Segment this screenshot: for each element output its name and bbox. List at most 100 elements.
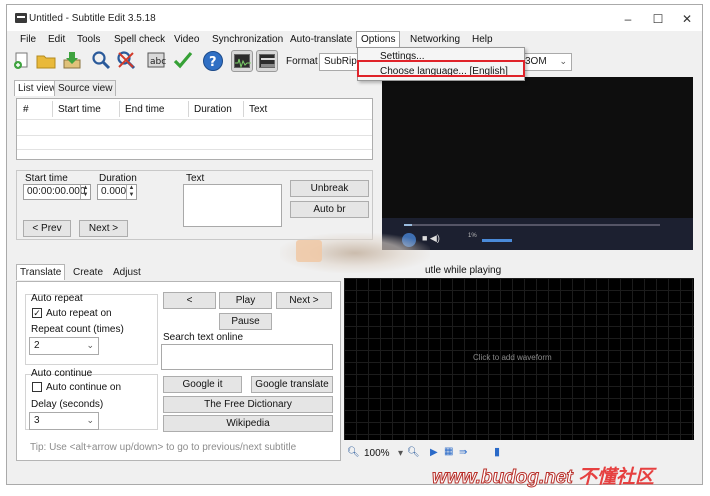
column-divider [188, 101, 189, 117]
menu-help[interactable]: Help [472, 34, 493, 45]
next-button[interactable]: Next > [79, 220, 128, 237]
window-title: Untitled - Subtitle Edit 3.5.18 [29, 13, 156, 24]
spellcheck-icon[interactable] [172, 50, 194, 72]
menu-bar: File Edit Tools Spell check Video Synchr… [7, 31, 702, 48]
prev-button[interactable]: < Prev [23, 220, 71, 237]
edit-panel: Start time 00:00:00.000 ▲ ▼ Duration 0.000… [16, 170, 373, 240]
tab-source-view[interactable]: Source view [54, 80, 117, 96]
play-small-icon[interactable]: ▶ [430, 447, 438, 458]
find-icon[interactable] [90, 50, 112, 72]
menu-options[interactable]: Options [356, 31, 401, 48]
menu-synchronization[interactable]: Synchronization [212, 34, 283, 45]
fix-icon[interactable]: abc [146, 50, 168, 72]
menu-video[interactable]: Video [174, 34, 199, 45]
auto-continue-checkbox[interactable] [32, 382, 42, 392]
pause-button[interactable]: Pause [219, 313, 272, 330]
text-label: Text [186, 173, 205, 184]
auto-repeat-checkbox[interactable]: ✓ [32, 308, 42, 318]
menu-spell-check[interactable]: Spell check [114, 34, 165, 45]
play-button[interactable]: Play [219, 292, 272, 309]
blur-overlay-patch [296, 240, 322, 262]
tip-text: Tip: Use <alt+arrow up/down> to go to pr… [30, 442, 297, 453]
encoding-select[interactable]: 3OM ⌄ [520, 53, 572, 71]
svg-text:?: ? [209, 55, 217, 70]
next-subtitle-button[interactable]: Next > [276, 292, 332, 309]
waveform-icon[interactable] [231, 50, 253, 72]
grid-icon[interactable]: ▦ [444, 446, 453, 457]
column-header-end-time[interactable]: End time [125, 104, 164, 115]
free-dictionary-button[interactable]: The Free Dictionary [163, 396, 333, 413]
menu-networking[interactable]: Networking [410, 34, 460, 45]
zoom-out-icon[interactable]: 🔍︎ [347, 447, 360, 458]
menu-auto-translate[interactable]: Auto-translate [290, 34, 352, 45]
forward-icon[interactable]: ⇛ [459, 447, 467, 458]
stepper-icon[interactable]: ▲ ▼ [80, 185, 90, 199]
column-header-duration[interactable]: Duration [194, 104, 232, 115]
search-text-online-label: Search text online [163, 332, 244, 343]
translate-panel: Auto repeat ✓ Auto repeat on Repeat coun… [16, 281, 341, 461]
new-icon[interactable] [11, 50, 33, 72]
subtitle-grid[interactable]: # Start time End time Duration Text [16, 98, 373, 160]
replace-icon[interactable] [115, 50, 137, 72]
title-bar: Untitled - Subtitle Edit 3.5.18 – ☐ ✕ [7, 5, 702, 31]
toolbar: abc ? Format SubRip 3OM ⌄ [7, 48, 702, 76]
minimize-button[interactable]: – [613, 10, 643, 28]
unbreak-button[interactable]: Unbreak [290, 180, 369, 197]
prev-subtitle-button[interactable]: < [163, 292, 216, 309]
close-button[interactable]: ✕ [672, 10, 702, 28]
zoom-level[interactable]: 100% [364, 448, 390, 459]
subtitle-text-input[interactable] [183, 184, 282, 227]
google-it-button[interactable]: Google it [163, 376, 242, 393]
start-time-label: Start time [25, 173, 68, 184]
tab-create[interactable]: Create [70, 265, 106, 281]
search-text-input[interactable] [161, 344, 333, 370]
waveform-slider-thumb[interactable]: ▮ [494, 445, 500, 458]
delay-select[interactable]: 3 ⌄ [29, 412, 99, 430]
highlight-box [357, 60, 525, 77]
zoom-in-icon[interactable]: 🔍︎ [407, 447, 420, 458]
auto-continue-on-label[interactable]: Auto continue on [46, 382, 121, 393]
waveform-placeholder[interactable]: Click to add waveform [473, 353, 552, 362]
column-header-number[interactable]: # [23, 104, 29, 115]
chevron-down-icon: ⌄ [86, 415, 94, 425]
auto-continue-group-label: Auto continue [31, 368, 93, 379]
tab-translate[interactable]: Translate [16, 264, 66, 280]
volume-text: 1% [468, 233, 477, 239]
open-icon[interactable] [35, 50, 57, 72]
help-icon[interactable]: ? [202, 50, 224, 72]
seek-bar[interactable] [404, 224, 660, 226]
column-header-text[interactable]: Text [249, 104, 267, 115]
wikipedia-button[interactable]: Wikipedia [163, 415, 333, 432]
auto-br-button[interactable]: Auto br [290, 201, 369, 218]
grid-row-line [17, 149, 372, 150]
waveform-panel[interactable]: Click to add waveform [344, 278, 694, 440]
format-label: Format [286, 56, 318, 67]
waveform-toolbar: 🔍︎ 100% ▾ 🔍︎ ▶ ▦ ⇛ ▮ [344, 441, 694, 463]
svg-text:abc: abc [150, 57, 166, 67]
chevron-down-icon: ⌄ [559, 56, 567, 66]
zoom-dropdown-icon[interactable]: ▾ [398, 448, 403, 459]
maximize-button[interactable]: ☐ [643, 10, 673, 28]
stepper-icon[interactable]: ▲ ▼ [126, 185, 136, 199]
menu-file[interactable]: File [20, 34, 36, 45]
column-header-start-time[interactable]: Start time [58, 104, 101, 115]
start-time-input[interactable]: 00:00:00.000 ▲ ▼ [23, 184, 91, 200]
google-translate-button[interactable]: Google translate [251, 376, 333, 393]
menu-tools[interactable]: Tools [77, 34, 100, 45]
seek-progress [404, 224, 412, 226]
chevron-down-icon: ⌄ [86, 340, 94, 350]
app-icon [15, 13, 27, 23]
delay-label: Delay (seconds) [31, 399, 104, 410]
bottom-tabs: Translate Create Adjust [14, 263, 344, 281]
repeat-count-select[interactable]: 2 ⌄ [29, 337, 99, 355]
duration-input[interactable]: 0.000 ▲ ▼ [97, 184, 137, 200]
auto-repeat-on-label[interactable]: Auto repeat on [46, 308, 112, 319]
video-icon[interactable] [256, 50, 278, 72]
volume-slider[interactable] [482, 239, 512, 242]
save-icon[interactable] [61, 50, 83, 72]
tab-adjust[interactable]: Adjust [110, 265, 144, 281]
auto-repeat-group-label: Auto repeat [31, 293, 83, 304]
stop-while-playing-label: utle while playing [425, 265, 502, 276]
repeat-count-label: Repeat count (times) [31, 324, 124, 335]
menu-edit[interactable]: Edit [48, 34, 65, 45]
